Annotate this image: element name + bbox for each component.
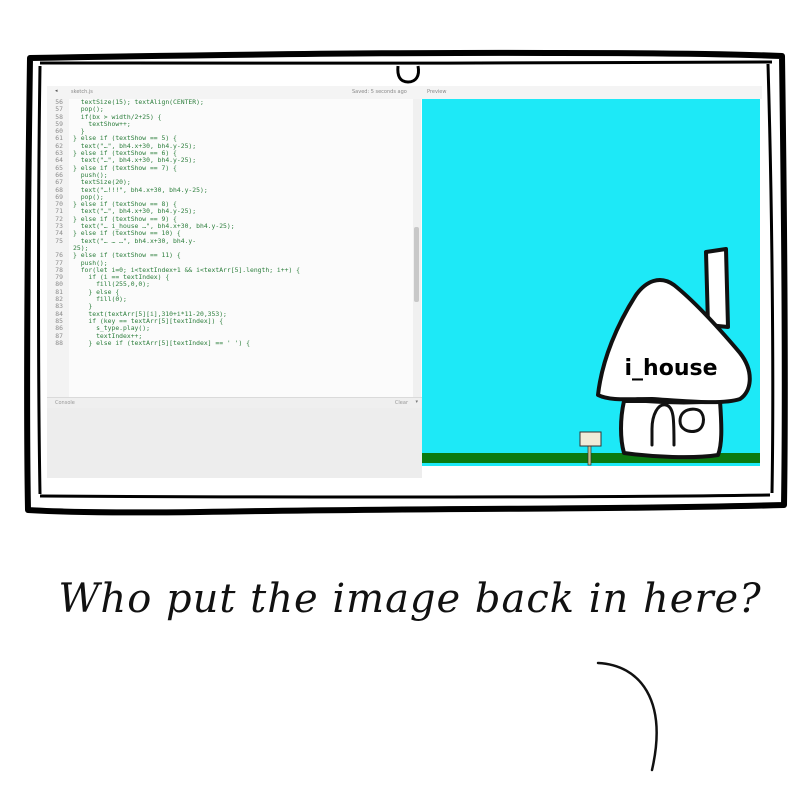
caption-layer: Who put the image back in here? xyxy=(58,576,761,772)
handwritten-caption: Who put the image back in here? xyxy=(58,576,761,622)
curved-arrow-stroke xyxy=(596,661,658,772)
